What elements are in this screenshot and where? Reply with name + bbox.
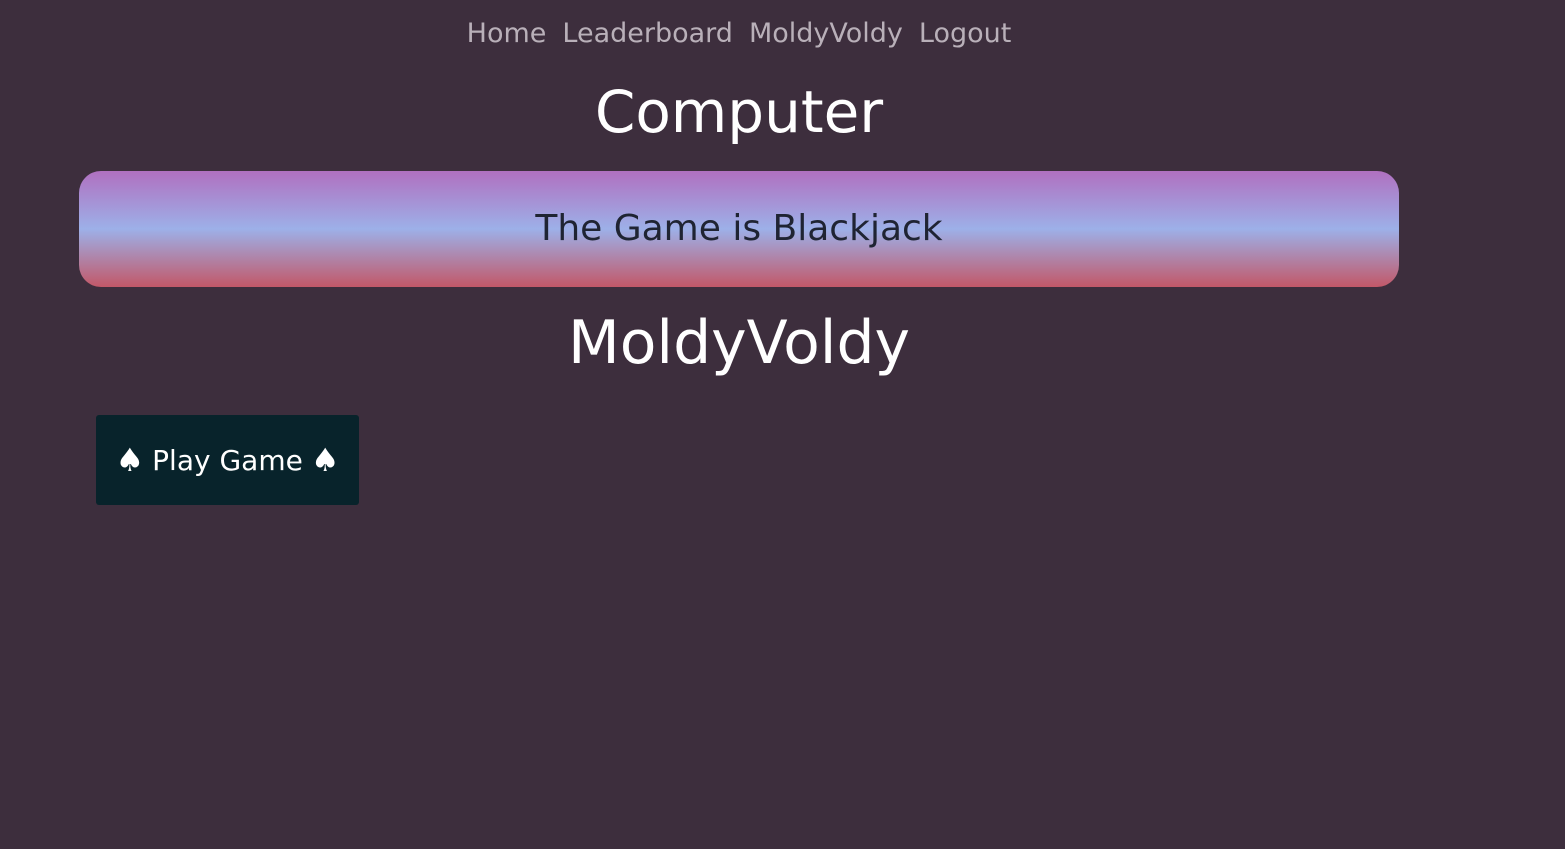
nav-link-leaderboard[interactable]: Leaderboard <box>562 14 733 54</box>
spade-icon: ♠ <box>115 441 145 479</box>
nav-link-logout[interactable]: Logout <box>919 14 1011 54</box>
play-game-button[interactable]: ♠ Play Game ♠ <box>96 415 359 505</box>
computer-heading: Computer <box>594 78 884 146</box>
play-game-label: Play Game <box>152 443 303 477</box>
nav-link-profile[interactable]: MoldyVoldy <box>749 14 903 54</box>
top-nav: Home Leaderboard MoldyVoldy Logout <box>0 14 1478 54</box>
player-heading: MoldyVoldy <box>567 308 911 378</box>
game-banner: The Game is Blackjack <box>79 171 1399 287</box>
page: Home Leaderboard MoldyVoldy Logout Compu… <box>0 0 1565 849</box>
nav-link-home[interactable]: Home <box>467 14 547 54</box>
spade-icon: ♠ <box>310 441 340 479</box>
game-banner-text: The Game is Blackjack <box>535 208 943 249</box>
